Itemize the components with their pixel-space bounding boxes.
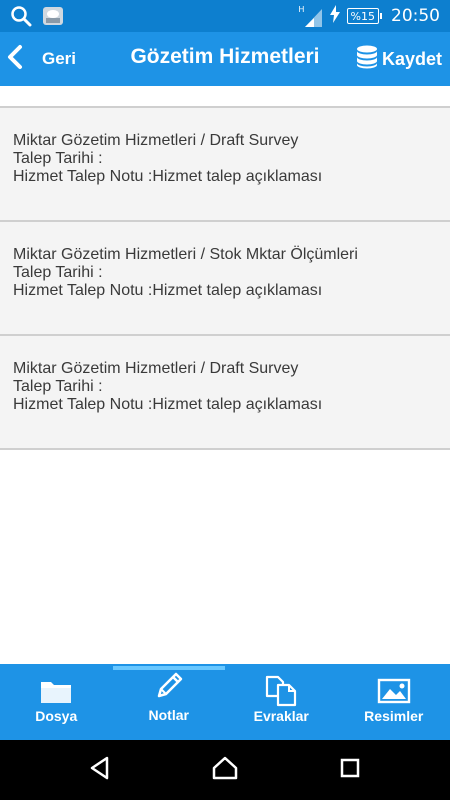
home-icon xyxy=(211,755,239,786)
service-name: Miktar Gözetim Hizmetleri / Stok Mktar Ö… xyxy=(13,246,358,263)
app-bar: Gözetim Hizmetleri Geri Kaydet xyxy=(0,32,450,86)
tab-label: Evraklar xyxy=(253,708,309,724)
signal-icon: H xyxy=(299,3,323,29)
service-name: Miktar Gözetim Hizmetleri / Draft Survey xyxy=(13,132,299,149)
search-icon xyxy=(10,5,32,32)
tab-label: Notlar xyxy=(148,707,189,723)
tab-label: Dosya xyxy=(35,708,78,724)
service-name: Miktar Gözetim Hizmetleri / Draft Survey xyxy=(13,360,299,377)
request-note: Hizmet Talep Notu :Hizmet talep açıklama… xyxy=(13,282,323,299)
nav-recents-button[interactable] xyxy=(310,740,390,800)
nav-back-button[interactable] xyxy=(60,740,140,800)
database-icon xyxy=(356,45,378,74)
navigation-bar xyxy=(0,740,450,800)
request-note: Hizmet Talep Notu :Hizmet talep açıklama… xyxy=(13,396,323,413)
battery-icon: %15 xyxy=(346,8,383,24)
tab-resimler[interactable]: Resimler xyxy=(338,664,450,740)
save-button[interactable]: Kaydet xyxy=(356,32,442,86)
back-label: Geri xyxy=(42,49,77,68)
status-time: 20:50 xyxy=(391,6,440,26)
tab-evraklar[interactable]: Evraklar xyxy=(225,664,338,740)
pencil-icon xyxy=(153,671,185,701)
tab-dosya[interactable]: Dosya xyxy=(0,664,113,740)
bottom-tab-bar: Dosya Notlar Evraklar Resimler xyxy=(0,664,450,740)
request-date: Talep Tarihi : xyxy=(13,150,103,167)
request-note: Hizmet Talep Notu :Hizmet talep açıklama… xyxy=(13,168,323,185)
chevron-left-icon xyxy=(6,44,24,75)
tab-label: Resimler xyxy=(364,708,424,724)
active-tab-indicator xyxy=(112,666,225,670)
charging-icon xyxy=(329,4,341,28)
status-bar-left xyxy=(10,5,64,32)
save-label: Kaydet xyxy=(381,48,442,69)
list-item[interactable]: Miktar Gözetim Hizmetleri / Draft Survey… xyxy=(0,336,450,450)
status-bar: H %15 20:50 xyxy=(0,0,450,32)
service-list: Miktar Gözetim Hizmetleri / Draft Survey… xyxy=(0,108,450,450)
recents-icon xyxy=(338,756,362,785)
list-item[interactable]: Miktar Gözetim Hizmetleri / Stok Mktar Ö… xyxy=(0,222,450,336)
image-icon xyxy=(377,676,411,706)
nav-home-button[interactable] xyxy=(185,740,265,800)
battery-percent: %15 xyxy=(350,9,375,23)
service-list-container: Miktar Gözetim Hizmetleri / Draft Survey… xyxy=(0,86,450,664)
request-date: Talep Tarihi : xyxy=(13,264,103,281)
tab-notlar[interactable]: Notlar xyxy=(112,664,225,740)
request-date: Talep Tarihi : xyxy=(13,378,103,395)
status-bar-right: H %15 20:50 xyxy=(299,0,440,32)
notification-app-icon xyxy=(42,5,64,32)
list-item[interactable]: Miktar Gözetim Hizmetleri / Draft Survey… xyxy=(0,108,450,222)
back-triangle-icon xyxy=(87,755,113,786)
back-button[interactable]: Geri xyxy=(6,32,76,86)
folder-icon xyxy=(39,676,73,706)
documents-icon xyxy=(264,675,298,707)
